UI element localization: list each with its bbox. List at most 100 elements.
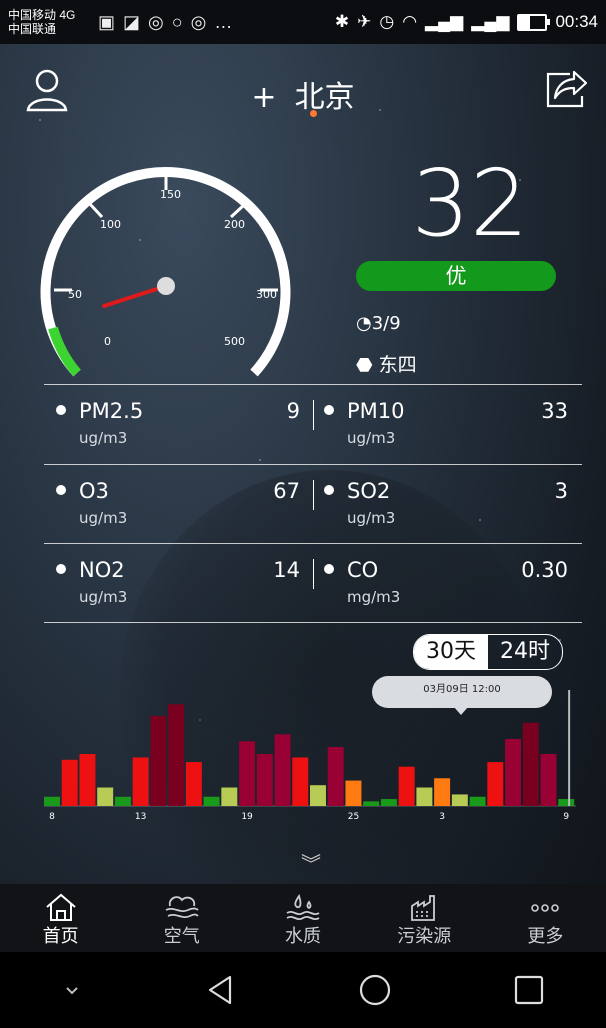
pollutant-pm10[interactable]: PM10 ug/m3 33: [314, 399, 576, 463]
chart-x-tick-label: 25: [348, 812, 359, 822]
pollutant-name: PM10: [347, 399, 405, 423]
chart-bar: [61, 759, 78, 806]
home-button-icon[interactable]: [358, 973, 392, 1007]
more-icon: [531, 904, 560, 912]
image-icon: ◪: [123, 11, 141, 32]
add-city-button[interactable]: +: [251, 80, 276, 115]
carrier-2: 中国联通: [8, 22, 57, 36]
chevron-down-icon[interactable]: [60, 980, 84, 1000]
alarm-clock-icon: ◷: [379, 12, 395, 31]
bullet-icon: [56, 485, 66, 495]
chart-bar: [185, 762, 202, 806]
status-bar: 中国移动 4G 中国联通 ▣ ◪ ◎ ○ ◎ … ✱ ✈ ◷ ◠ ▂▄▆ ▂▄▆…: [0, 0, 606, 44]
tab-24-hours[interactable]: 24时: [488, 635, 562, 669]
chart-bar: [114, 796, 131, 806]
gauge-tick-0: 0: [104, 335, 111, 348]
pollutant-unit: mg/m3: [347, 588, 401, 606]
pollutant-pm25[interactable]: PM2.5 ug/m3 9: [46, 399, 308, 463]
chart-bar: [416, 787, 433, 806]
chart-bar: [522, 722, 539, 806]
range-tabs: 30天 24时: [413, 634, 563, 670]
aqi-station[interactable]: ⬣ 东四: [356, 350, 417, 377]
recent-apps-icon[interactable]: [512, 973, 546, 1007]
pollutant-so2[interactable]: SO2 ug/m3 3: [314, 479, 576, 543]
pollutant-no2[interactable]: NO2 ug/m3 14: [46, 558, 308, 622]
chart-bar: [79, 754, 96, 806]
back-icon[interactable]: [204, 973, 238, 1007]
chart-bar: [398, 766, 415, 806]
pollutant-unit: ug/m3: [79, 429, 128, 447]
nav-home[interactable]: 首页: [0, 884, 121, 952]
gauge-needle: [102, 284, 168, 308]
pollutant-value: 33: [541, 399, 568, 423]
chart-bar: [327, 747, 344, 806]
aqi-history-chart[interactable]: 8 13 19 25 3 9: [40, 686, 580, 826]
nav-more[interactable]: 更多: [485, 884, 606, 952]
chart-bar: [469, 796, 486, 806]
factory-icon: [411, 895, 436, 921]
pollutant-value: 3: [554, 479, 568, 503]
chart-bar: [97, 787, 114, 806]
signal-icon: ▂▄▆: [471, 12, 510, 31]
air-icon: [165, 896, 199, 919]
aqi-gauge: 0 50 100 150 200 300 500: [40, 167, 291, 377]
battery-icon: [517, 13, 551, 31]
bullet-icon: [324, 405, 334, 415]
pollutant-co[interactable]: CO mg/m3 0.30: [314, 558, 576, 622]
chart-bar: [345, 780, 362, 806]
gauge-hub: [157, 277, 175, 295]
system-icons: ✱ ✈ ◷ ◠ ▂▄▆ ▂▄▆ 00:34: [335, 12, 606, 32]
nav-label: 水质: [285, 926, 321, 947]
divider: [44, 543, 582, 544]
chart-bar: [487, 762, 504, 806]
carrier-1: 中国移动 4G: [8, 8, 76, 22]
nav-water[interactable]: 水质: [242, 884, 363, 952]
pollutant-unit: ug/m3: [347, 429, 396, 447]
chart-bar: [380, 799, 397, 806]
pollutant-unit: ug/m3: [79, 588, 128, 606]
tab-30-days[interactable]: 30天: [414, 635, 488, 669]
share-icon[interactable]: [544, 68, 588, 110]
carrier-info: 中国移动 4G 中国联通: [0, 8, 92, 36]
pollutant-value: 67: [273, 479, 300, 503]
expand-chevron-icon[interactable]: ︾: [301, 848, 321, 877]
chart-bar: [44, 796, 60, 806]
nav-pollution-source[interactable]: 污染源: [364, 884, 485, 952]
nav-label: 空气: [163, 926, 200, 947]
bullet-icon: [56, 564, 66, 574]
gauge-tick-150: 150: [160, 188, 181, 201]
gauge-tick-100: 100: [100, 218, 121, 231]
nav-air[interactable]: 空气: [121, 884, 242, 952]
chart-bar: [558, 799, 575, 806]
chart-x-tick-label: 19: [241, 812, 253, 822]
divider: [44, 622, 582, 623]
silent-icon: ✈: [357, 12, 372, 31]
more-notifications-icon: …: [214, 11, 233, 32]
city-name[interactable]: 北京: [295, 80, 355, 115]
pollutant-name: O3: [79, 479, 109, 503]
gauge-tick-200: 200: [224, 218, 245, 231]
notification-icons: ▣ ◪ ◎ ○ ◎ …: [98, 12, 232, 33]
pollutant-o3[interactable]: O3 ug/m3 67: [46, 479, 308, 543]
bluetooth-icon: ✱: [334, 12, 350, 31]
pollutant-value: 14: [273, 558, 300, 582]
nav-label: 更多: [527, 926, 564, 947]
pollutant-value: 0.30: [521, 558, 568, 582]
location-pin-icon: ⬣: [356, 354, 373, 376]
pollutant-value: 9: [286, 399, 300, 423]
station-name[interactable]: 东四: [379, 354, 417, 376]
aqi-date: ◔3/9: [356, 313, 401, 334]
pollutant-name: NO2: [79, 558, 125, 582]
chart-x-tick-label: 13: [135, 812, 146, 822]
gauge-tick-50: 50: [68, 288, 82, 301]
city-selector[interactable]: + 北京: [0, 72, 606, 116]
gauge-tick-500: 500: [224, 335, 245, 348]
alarm-icon: ◎: [148, 11, 164, 32]
pollutant-name: SO2: [347, 479, 391, 503]
app-header: + 北京: [0, 44, 606, 117]
chart-bar: [150, 715, 167, 806]
bullet-icon: [324, 485, 334, 495]
chart-bar: [256, 754, 273, 806]
app-screen: 中国移动 4G 中国联通 ▣ ◪ ◎ ○ ◎ … ✱ ✈ ◷ ◠ ▂▄▆ ▂▄▆…: [0, 0, 606, 1028]
pollutant-name: PM2.5: [79, 399, 144, 423]
